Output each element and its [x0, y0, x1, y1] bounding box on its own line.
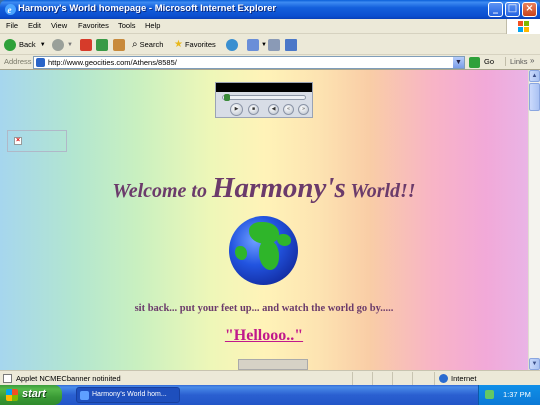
chevron-right-icon[interactable]: »	[530, 56, 534, 65]
welcome-suffix: World!!	[345, 180, 416, 202]
welcome-prefix: Welcome to	[112, 180, 212, 202]
refresh-icon	[96, 38, 108, 51]
star-icon: ★	[174, 39, 183, 50]
start-button[interactable]: start	[0, 385, 62, 405]
taskbar-item-label: Harmony's World hom...	[92, 391, 167, 398]
menu-tools[interactable]: Tools	[118, 21, 136, 30]
stop-button[interactable]	[80, 37, 92, 52]
play-icon[interactable]: ▶	[230, 103, 243, 116]
tray-icon[interactable]	[485, 390, 494, 399]
edit-button[interactable]	[285, 37, 297, 52]
previous-icon[interactable]: ◀	[268, 104, 279, 115]
hello-link[interactable]: "Hellooo.."	[0, 327, 528, 345]
media-player[interactable]: ▶ ■ ◀ « »	[215, 82, 313, 118]
search-button[interactable]: ⌕ Search	[132, 37, 163, 52]
chevron-down-icon: ▼	[67, 41, 73, 48]
chevron-down-icon[interactable]: ▼	[453, 57, 464, 68]
scroll-down-icon[interactable]: ▼	[529, 358, 540, 370]
favorites-label: Favorites	[184, 40, 216, 49]
start-label: start	[22, 388, 46, 400]
internet-explorer-icon	[80, 391, 89, 400]
welcome-name: Harmony's	[212, 172, 346, 204]
media-icon	[226, 38, 238, 51]
clock: 1:37 PM	[503, 390, 531, 399]
search-icon: ⌕	[132, 39, 138, 50]
status-bar: Applet NCMECbanner notinited Internet	[0, 370, 540, 385]
system-tray: 1:37 PM	[478, 385, 540, 405]
address-input[interactable]: http://www.geocities.com/Athens/8585/ ▼	[33, 56, 465, 69]
links-button[interactable]: Links	[505, 57, 528, 66]
seek-bar[interactable]	[222, 95, 306, 100]
back-button[interactable]: Back ▼	[4, 37, 46, 52]
close-button[interactable]: ×	[522, 2, 537, 17]
stop-icon[interactable]: ■	[248, 104, 259, 115]
stop-icon	[80, 38, 92, 51]
spinning-globe-image	[229, 216, 298, 285]
player-screen	[216, 83, 312, 92]
welcome-heading: Welcome to Harmony's World!!	[0, 172, 528, 205]
media-button[interactable]	[226, 37, 238, 52]
rewind-icon[interactable]: «	[283, 104, 294, 115]
security-zone: Internet	[451, 374, 477, 383]
page-status-icon	[3, 374, 12, 383]
print-button[interactable]	[268, 37, 280, 52]
forward-button[interactable]: ▼	[52, 37, 73, 52]
toolbar: Back ▼ ▼ ⌕ Search ★ Favorites ▼	[0, 34, 540, 55]
status-message: Applet NCMECbanner notinited	[16, 374, 121, 383]
forward-arrow-icon	[52, 38, 64, 51]
print-icon	[268, 38, 280, 51]
mail-icon	[247, 38, 259, 51]
window-title: Harmony's World homepage - Microsoft Int…	[18, 3, 277, 14]
menu-file[interactable]: File	[6, 21, 18, 30]
go-arrow-icon[interactable]	[469, 57, 480, 68]
taskbar-item-ie[interactable]: Harmony's World hom...	[76, 387, 180, 403]
home-icon	[113, 38, 125, 51]
search-label: Search	[139, 40, 164, 49]
page-content: ▶ ■ ◀ « » × Welcome to Harmony's World!!…	[0, 70, 528, 370]
scroll-thumb[interactable]	[529, 83, 540, 111]
address-label: Address	[4, 57, 32, 66]
home-button[interactable]	[113, 37, 125, 52]
go-button[interactable]: Go	[484, 57, 494, 66]
internet-zone-icon	[439, 374, 448, 383]
broken-image-icon: ×	[14, 137, 22, 145]
address-url: http://www.geocities.com/Athens/8585/	[48, 58, 177, 67]
windows-flag-icon	[6, 389, 18, 401]
chevron-down-icon: ▼	[261, 41, 267, 48]
maximize-button[interactable]: □	[505, 2, 520, 17]
menu-view[interactable]: View	[51, 21, 67, 30]
windows-logo-icon	[506, 19, 540, 34]
content-image	[238, 359, 308, 370]
address-bar: Address http://www.geocities.com/Athens/…	[0, 55, 540, 70]
edit-icon	[285, 38, 297, 51]
menu-help[interactable]: Help	[145, 21, 160, 30]
internet-explorer-icon: e	[4, 3, 17, 16]
menu-favorites[interactable]: Favorites	[78, 21, 109, 30]
favorites-button[interactable]: ★ Favorites	[174, 37, 216, 52]
fast-forward-icon[interactable]: »	[298, 104, 309, 115]
scroll-up-icon[interactable]: ▲	[529, 70, 540, 82]
refresh-button[interactable]	[96, 37, 108, 52]
title-bar[interactable]: e Harmony's World homepage - Microsoft I…	[0, 0, 540, 19]
tagline: sit back... put your feet up... and watc…	[134, 303, 394, 314]
menu-bar: File Edit View Favorites Tools Help	[0, 19, 540, 34]
svg-text:e: e	[8, 5, 12, 15]
menu-edit[interactable]: Edit	[28, 21, 41, 30]
mail-button[interactable]: ▼	[247, 37, 267, 52]
page-icon	[36, 58, 45, 67]
back-arrow-icon	[4, 38, 16, 51]
minimize-button[interactable]: _	[488, 2, 503, 17]
seek-knob[interactable]	[224, 94, 230, 101]
back-label: Back	[19, 40, 36, 49]
broken-image: ×	[7, 130, 67, 152]
taskbar: start Harmony's World hom... 1:37 PM	[0, 385, 540, 405]
chevron-down-icon: ▼	[39, 41, 46, 48]
vertical-scrollbar[interactable]: ▲ ▼	[528, 70, 540, 370]
